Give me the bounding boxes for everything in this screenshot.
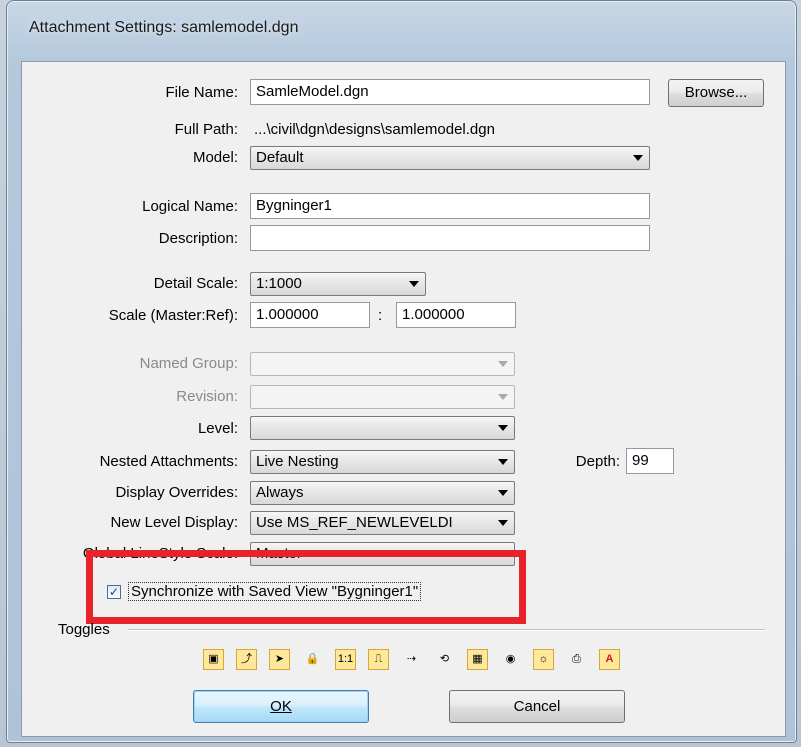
chevron-down-icon [498,490,508,496]
named-group-dropdown[interactable] [250,352,515,376]
raster-grid-icon[interactable]: ▦ [467,649,488,670]
model-label: Model: [192,149,238,166]
model-dropdown[interactable]: Default [250,146,650,170]
chevron-down-icon [498,520,508,526]
named-group-label: Named Group: [139,355,238,372]
chevron-down-icon [409,281,419,287]
full-path-value: ...\civil\dgn\designs\samlemodel.dgn [254,121,495,138]
chevron-down-icon [498,361,508,367]
treat-as-element-icon[interactable]: ⟲ [434,649,455,670]
print-icon[interactable]: ⎙ [566,649,587,670]
chevron-down-icon [498,394,508,400]
logical-name-field[interactable]: Bygninger1 [250,193,650,219]
ok-button[interactable]: OK [193,690,369,723]
sync-saved-view-label[interactable]: Synchronize with Saved View "Bygninger1" [128,582,422,601]
scale-separator: : [378,307,383,324]
window-title: Attachment Settings: samlemodel.dgn [29,19,299,36]
chevron-down-icon [498,459,508,465]
nested-attachments-value: Live Nesting [256,453,339,470]
toggles-label: Toggles [58,621,110,638]
sync-saved-view-checkbox[interactable]: ✓ [107,585,121,599]
depth-field[interactable]: 99 [626,448,674,474]
revision-label: Revision: [176,388,238,405]
display-overrides-value: Always [256,484,304,501]
ignore-attachment-icon[interactable]: ⇢ [401,649,422,670]
display-overrides-label: Display Overrides: [115,484,238,501]
lights-icon[interactable]: ☼ [533,649,554,670]
global-linestyle-scale-label: Global LineStyle Scale: [82,545,238,562]
nested-attachments-dropdown[interactable]: Live Nesting [250,450,515,474]
global-linestyle-scale-value: Master [256,545,302,562]
cancel-button[interactable]: Cancel [449,690,625,723]
new-level-display-dropdown[interactable]: Use MS_REF_NEWLEVELDI [250,511,515,535]
file-name-label: File Name: [165,84,238,101]
ok-button-label: OK [270,698,292,715]
locate-toggle-icon[interactable]: ➤ [269,649,290,670]
file-name-field[interactable]: SamleModel.dgn [250,79,650,105]
scale-1to1-icon[interactable]: 1:1 [335,649,356,670]
description-label: Description: [158,230,238,247]
snap-toggle-icon[interactable]: ⤴ [236,649,257,670]
browse-button[interactable]: Browse... [668,79,764,107]
toggles-group-divider [128,629,765,631]
new-level-display-value: Use MS_REF_NEWLEVELDI [256,514,453,531]
revision-dropdown[interactable] [250,385,515,409]
nested-attachments-label: Nested Attachments: [99,453,238,470]
display-raster-icon[interactable]: ◉ [500,649,521,670]
clip-lock-icon[interactable]: 🔒 [302,649,323,670]
detail-scale-dropdown[interactable]: 1:1000 [250,272,426,296]
level-dropdown[interactable] [250,416,515,440]
scale-label: Scale (Master:Ref): [108,307,238,324]
chevron-down-icon [633,155,643,161]
display-overrides-dropdown[interactable]: Always [250,481,515,505]
linestyle-scale-icon[interactable]: ⎍ [368,649,389,670]
scale-master-field[interactable]: 1.000000 [250,302,370,328]
scale-ref-field[interactable]: 1.000000 [396,302,516,328]
text-annotation-icon[interactable]: A [599,649,620,670]
global-linestyle-scale-dropdown[interactable]: Master [250,542,515,566]
display-toggle-icon[interactable]: ▣ [203,649,224,670]
detail-scale-value: 1:1000 [256,275,302,292]
model-value: Default [256,149,304,166]
full-path-label: Full Path: [174,121,238,138]
new-level-display-label: New Level Display: [110,514,238,531]
detail-scale-label: Detail Scale: [153,275,238,292]
depth-label: Depth: [575,453,620,470]
level-label: Level: [197,420,238,437]
chevron-down-icon [498,551,508,557]
description-field[interactable] [250,225,650,251]
chevron-down-icon [498,425,508,431]
logical-name-label: Logical Name: [142,198,238,215]
